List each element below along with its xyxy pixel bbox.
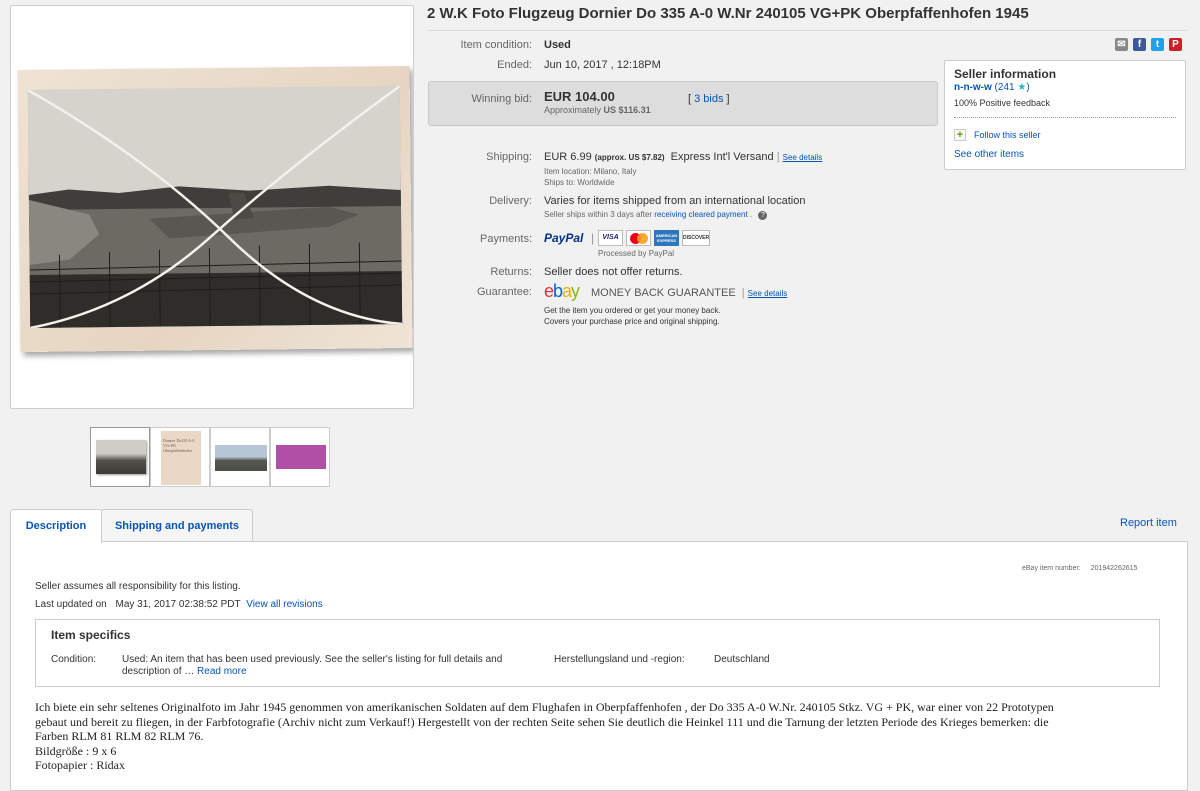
item-specifics-box: Item specifics Condition: Used: An item … [35,619,1160,687]
cleared-payment-link[interactable]: receiving cleared payment [654,210,747,219]
tab-description[interactable]: Description [10,509,102,543]
shipping-approx: (approx. US $7.82) [594,153,665,162]
delivery-value: Varies for items shipped from an interna… [544,195,806,207]
amex-icon: AMERICAN EXPRESS [654,230,679,246]
seller-heading: Seller information [954,67,1057,81]
guarantee-see-details[interactable]: See details [748,289,788,298]
see-other-items-link[interactable]: See other items [954,149,1024,160]
view-revisions-link[interactable]: View all revisions [246,599,323,610]
item-number-value: 201942262615 [1090,565,1138,572]
follow-plus-icon[interactable]: + [954,129,966,141]
shipping-service: Express Int'l Versand [670,151,774,163]
shipping-see-details[interactable]: See details [783,153,823,162]
vintage-photo [17,65,413,353]
shipping-cost: EUR 6.99 [544,151,592,163]
pinterest-icon[interactable]: P [1169,38,1182,51]
follow-seller-link[interactable]: Follow this seller [974,130,1041,140]
guarantee-line-1: Get the item you ordered or get your mon… [544,306,721,315]
seller-divider [954,117,1176,118]
seller-username[interactable]: n-n-w-w [954,82,992,93]
read-more-link[interactable]: Read more [197,666,246,677]
thumbnail-1[interactable] [90,427,150,487]
discover-icon: DISCOVER [682,230,710,246]
paypal-logo: PayPal [544,231,584,245]
visa-icon: VISA [598,230,623,246]
star-icon: ★ [1017,82,1027,93]
item-location: Item location: Milano, Italy [544,167,637,176]
main-image-viewer[interactable] [10,5,414,409]
approx-label: Approximately [544,105,602,115]
photo-scene [27,86,403,328]
winning-bid-label: Winning bid: [471,93,532,105]
help-icon[interactable]: ? [758,211,768,220]
condition-value: Used [544,39,571,51]
last-updated: Last updated on May 31, 2017 02:38:52 PD… [35,599,323,610]
ended-label: Ended: [497,59,532,71]
specifics-country-value: Deutschland [714,654,770,665]
specifics-country-label: Herstellungsland und -region: [554,654,685,665]
item-number: eBay item number: 201942262615 [1022,565,1138,572]
mastercard-icon [626,230,651,246]
seller-info-panel: Seller information n-n-w-w (241 ★) 100% … [944,60,1186,170]
guarantee-line-2: Covers your purchase price and original … [544,317,720,326]
processed-by-paypal: Processed by PayPal [598,249,675,258]
money-back-guarantee: MONEY BACK GUARANTEE | See details [591,287,788,299]
winning-bid-value: EUR 104.00 [544,89,615,104]
ships-to: Ships to: Worldwide [544,178,615,187]
report-item-link[interactable]: Report item [1120,517,1177,529]
item-specifics-heading: Item specifics [51,628,131,642]
ebay-logo: ebay [544,281,580,301]
thumbnail-2-caption: Dornier Do335 A-0 VG+PK Oberpfaffenhofen [163,438,195,453]
returns-label: Returns: [490,266,532,278]
returns-value: Seller does not offer returns. [544,266,683,278]
responsibility-note: Seller assumes all responsibility for th… [35,581,241,592]
bids-link[interactable]: 3 bids [694,93,723,105]
seller-feedback: 100% Positive feedback [954,98,1051,108]
condition-label: Item condition: [460,39,532,51]
payments-label: Payments: [480,233,532,245]
seller-score[interactable]: (241 [995,82,1015,93]
approx-price: Approximately US $116.31 [544,105,651,115]
specifics-condition-label: Condition: [51,654,97,665]
delivery-label: Delivery: [489,195,532,207]
shipping-row: EUR 6.99 (approx. US $7.82) Express Int'… [544,151,823,163]
bids-count: [ 3 bids ] [688,93,730,105]
specifics-condition-value: Used: An item that has been used previou… [122,654,503,677]
tab-shipping-payments[interactable]: Shipping and payments [101,509,253,542]
thumbnail-4[interactable] [270,427,330,487]
guarantee-label: Guarantee: [476,286,532,298]
thumbnail-2[interactable]: Dornier Do335 A-0 VG+PK Oberpfaffenhofen [150,427,210,487]
envelope-icon[interactable]: ✉ [1115,38,1128,51]
facebook-icon[interactable]: f [1133,38,1146,51]
shipping-label: Shipping: [486,151,532,163]
item-title: 2 W.K Foto Flugzeug Dornier Do 335 A-0 W… [427,5,1029,22]
twitter-icon[interactable]: t [1151,38,1164,51]
item-description-text: Ich biete ein sehr seltenes Originalfoto… [35,700,1054,772]
title-divider [427,30,1187,31]
delivery-note: Seller ships within 3 days after receivi… [544,210,768,220]
thumbnail-3[interactable] [210,427,270,487]
approx-value: US $116.31 [603,105,651,115]
ended-value: Jun 10, 2017 , 12:18PM [544,59,661,71]
